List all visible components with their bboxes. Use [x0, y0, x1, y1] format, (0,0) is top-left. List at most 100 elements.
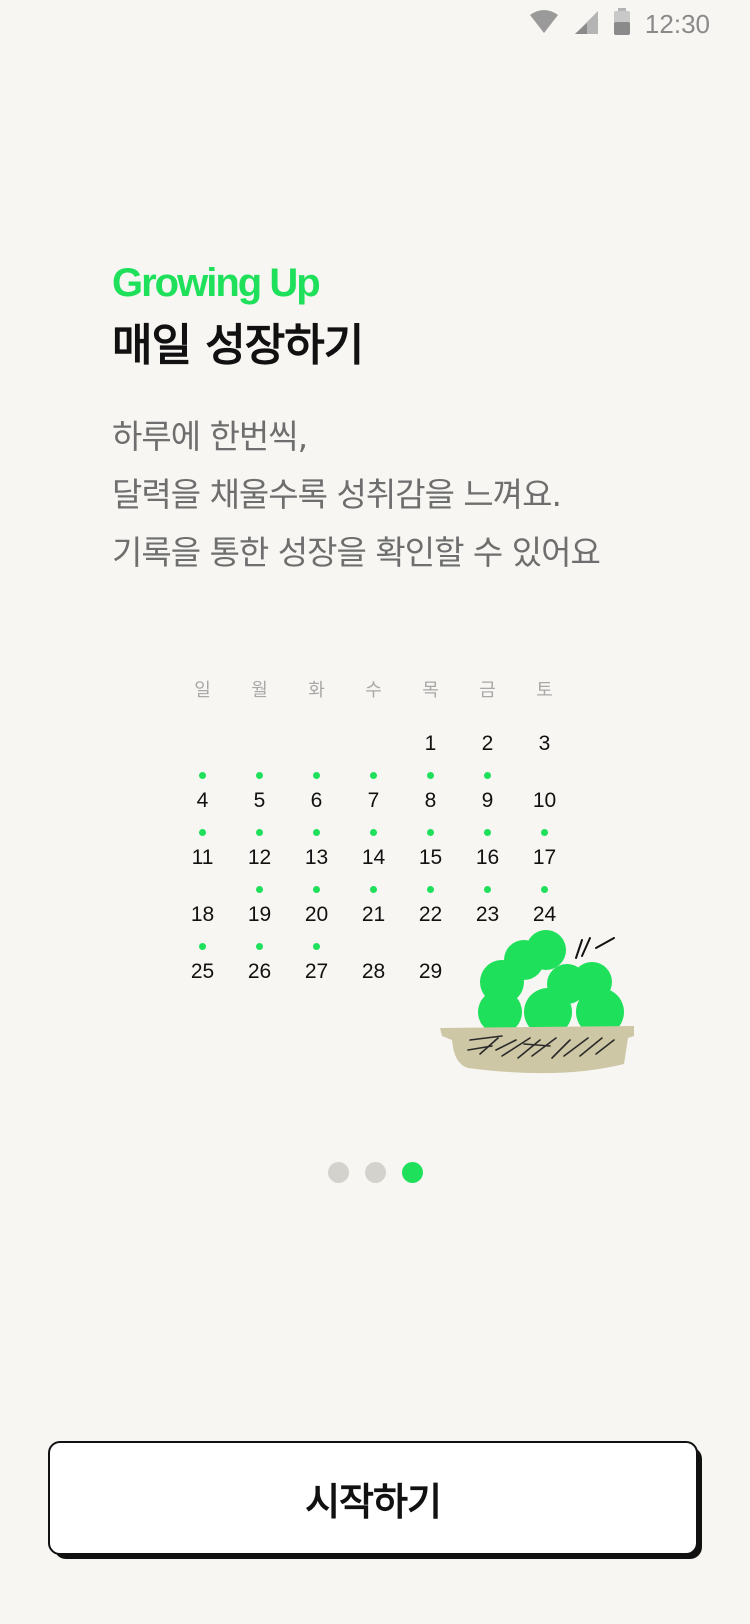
calendar-day-number: 8 [424, 789, 437, 812]
subtitle: Growing Up [112, 261, 321, 305]
completed-dot [427, 886, 434, 893]
status-bar: 12:30 [0, 0, 750, 50]
calendar-day-number: 7 [367, 789, 380, 812]
calendar-day: 14 [345, 826, 402, 883]
calendar-day: 2 [459, 712, 516, 769]
calendar-day-number: 27 [304, 960, 329, 983]
completed-dot [256, 829, 263, 836]
calendar-day: 7 [345, 769, 402, 826]
weekday-label: 일 [194, 680, 211, 701]
basket-illustration [440, 920, 640, 1080]
calendar-day [345, 712, 402, 769]
completed-dot [313, 943, 320, 950]
completed-dot [199, 772, 206, 779]
completed-dot [199, 829, 206, 836]
completed-dot [370, 829, 377, 836]
completed-dot [484, 772, 491, 779]
calendar-day-number: 18 [190, 903, 215, 926]
calendar-day-number: 2 [481, 732, 494, 755]
calendar-day: 1 [402, 712, 459, 769]
weekday-label: 토 [536, 680, 553, 701]
calendar-day-number: 15 [418, 846, 443, 869]
calendar-day: 26 [231, 940, 288, 997]
calendar-day-number: 19 [247, 903, 272, 926]
completed-dot [484, 829, 491, 836]
calendar-day: 6 [288, 769, 345, 826]
calendar-day: 11 [174, 826, 231, 883]
page-dot[interactable] [364, 1162, 386, 1183]
weekday-label: 수 [365, 680, 382, 701]
calendar-day: 28 [345, 940, 402, 997]
calendar-day-number: 20 [304, 903, 329, 926]
weekday-label: 화 [308, 680, 325, 701]
completed-dot [370, 886, 377, 893]
description-line: 하루에 한번씩, [112, 417, 308, 456]
calendar-day: 25 [174, 940, 231, 997]
calendar-day-number: 17 [532, 846, 557, 869]
calendar-day: 18 [174, 883, 231, 940]
weekday-label: 목 [422, 680, 439, 701]
completed-dot [256, 886, 263, 893]
calendar-day: 21 [345, 883, 402, 940]
cell-signal-icon [573, 9, 599, 39]
intro-heading: Growing Up 매일 성장하기 [112, 260, 364, 374]
wifi-icon [529, 9, 559, 39]
completed-dot [484, 886, 491, 893]
calendar-week-row: 1 2 3 [174, 712, 573, 769]
completed-dot [313, 886, 320, 893]
description: 하루에 한번씩, 달력을 채울수록 성취감을 느껴요. 기록을 통한 성장을 확… [112, 408, 601, 582]
weekday-label: 금 [479, 680, 496, 701]
calendar-week-row: 11 12 13 14 15 16 17 [174, 826, 573, 883]
completed-dot [256, 943, 263, 950]
completed-dot [541, 886, 548, 893]
calendar-day: 4 [174, 769, 231, 826]
calendar-day [174, 712, 231, 769]
completed-dot [427, 772, 434, 779]
battery-icon [613, 8, 631, 40]
start-button-wrapper: 시작하기 [48, 1441, 702, 1559]
calendar-day-number: 10 [532, 789, 557, 812]
calendar-day-number: 11 [191, 846, 214, 869]
completed-dot [313, 829, 320, 836]
description-line: 기록을 통한 성장을 확인할 수 있어요 [112, 533, 601, 572]
calendar-day-number: 4 [196, 789, 209, 812]
status-time: 12:30 [644, 8, 710, 39]
calendar-day [231, 712, 288, 769]
weekday-header: 일 월 화 수 목 금 토 [174, 676, 573, 702]
start-button[interactable]: 시작하기 [48, 1441, 698, 1555]
page-title: 매일 성장하기 [112, 320, 364, 371]
calendar-day-number: 16 [475, 846, 500, 869]
calendar-day-number: 9 [481, 789, 494, 812]
calendar-day-number: 21 [361, 903, 386, 926]
calendar-day: 3 [516, 712, 573, 769]
page-dot-active[interactable] [401, 1162, 423, 1183]
calendar-day: 9 [459, 769, 516, 826]
description-line: 달력을 채울수록 성취감을 느껴요. [112, 475, 562, 514]
completed-dot [427, 829, 434, 836]
calendar-day-number: 3 [538, 732, 551, 755]
calendar-day-number: 12 [247, 846, 272, 869]
calendar-day-number: 1 [424, 732, 437, 755]
calendar-day: 15 [402, 826, 459, 883]
calendar-day: 12 [231, 826, 288, 883]
completed-dot [541, 829, 548, 836]
completed-dot [256, 772, 263, 779]
calendar-day: 19 [231, 883, 288, 940]
calendar-day-number: 5 [253, 789, 266, 812]
completed-dot [370, 772, 377, 779]
calendar-day-number: 28 [361, 960, 386, 983]
completed-dot [313, 772, 320, 779]
weekday-label: 월 [251, 680, 268, 701]
calendar-day: 17 [516, 826, 573, 883]
calendar-day: 8 [402, 769, 459, 826]
calendar-day: 20 [288, 883, 345, 940]
calendar-day: 10 [516, 769, 573, 826]
calendar-week-row: 4 5 6 7 8 9 10 [174, 769, 573, 826]
calendar-day: 27 [288, 940, 345, 997]
calendar-day-number: 6 [310, 789, 323, 812]
completed-dot [199, 943, 206, 950]
calendar-day: 5 [231, 769, 288, 826]
page-dot[interactable] [327, 1162, 349, 1183]
calendar-day: 13 [288, 826, 345, 883]
calendar-day-number: 26 [247, 960, 272, 983]
